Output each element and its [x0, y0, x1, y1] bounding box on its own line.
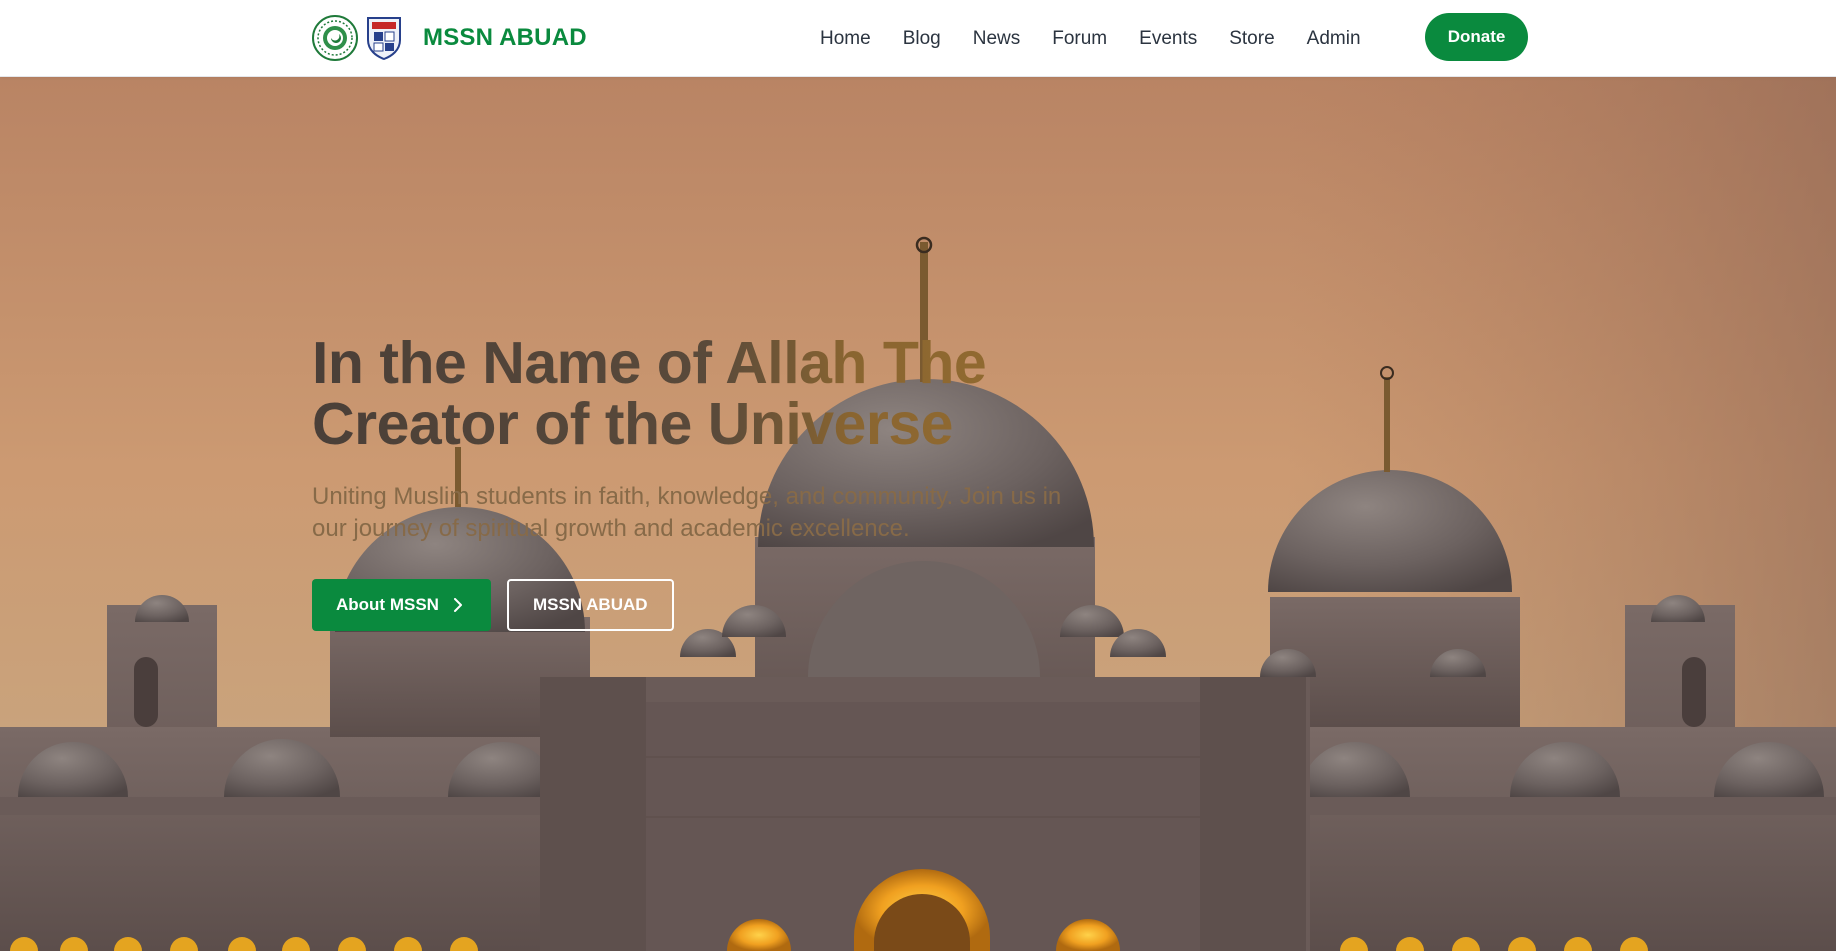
about-mssn-label: About MSSN	[336, 595, 439, 614]
donate-button[interactable]: Donate	[1425, 13, 1528, 61]
hero-section: In the Name of Allah The Creator of the …	[0, 77, 1836, 951]
hero-subtitle: Uniting Muslim students in faith, knowle…	[312, 483, 1062, 542]
hero-content: In the Name of Allah The Creator of the …	[312, 333, 1212, 631]
nav-store[interactable]: Store	[1229, 28, 1274, 50]
mssn-abuad-button[interactable]: MSSN ABUAD	[506, 579, 674, 631]
main-nav: Home Blog News Forum Events Store Admin	[820, 0, 1361, 77]
university-crest-icon	[367, 17, 401, 60]
hero-title: In the Name of Allah The Creator of the …	[312, 333, 1212, 455]
nav-events[interactable]: Events	[1139, 28, 1197, 50]
mssn-seal-icon	[312, 15, 358, 61]
chevron-right-icon	[453, 598, 462, 612]
about-mssn-button[interactable]: About MSSN	[312, 579, 491, 631]
site-header: MSSN ABUAD Home Blog News Forum Events S…	[0, 0, 1836, 77]
hero-actions: About MSSN MSSN ABUAD	[312, 579, 1212, 631]
nav-forum[interactable]: Forum	[1052, 28, 1107, 50]
nav-news[interactable]: News	[973, 28, 1021, 50]
nav-home[interactable]: Home	[820, 28, 871, 50]
brand[interactable]: MSSN ABUAD	[312, 14, 587, 62]
hero-title-line1: In the Name of Allah The	[312, 330, 987, 396]
nav-blog[interactable]: Blog	[903, 28, 941, 50]
nav-admin[interactable]: Admin	[1307, 28, 1361, 50]
brand-name: MSSN ABUAD	[423, 24, 587, 51]
hero-title-line2: Creator of the Universe	[312, 391, 953, 457]
